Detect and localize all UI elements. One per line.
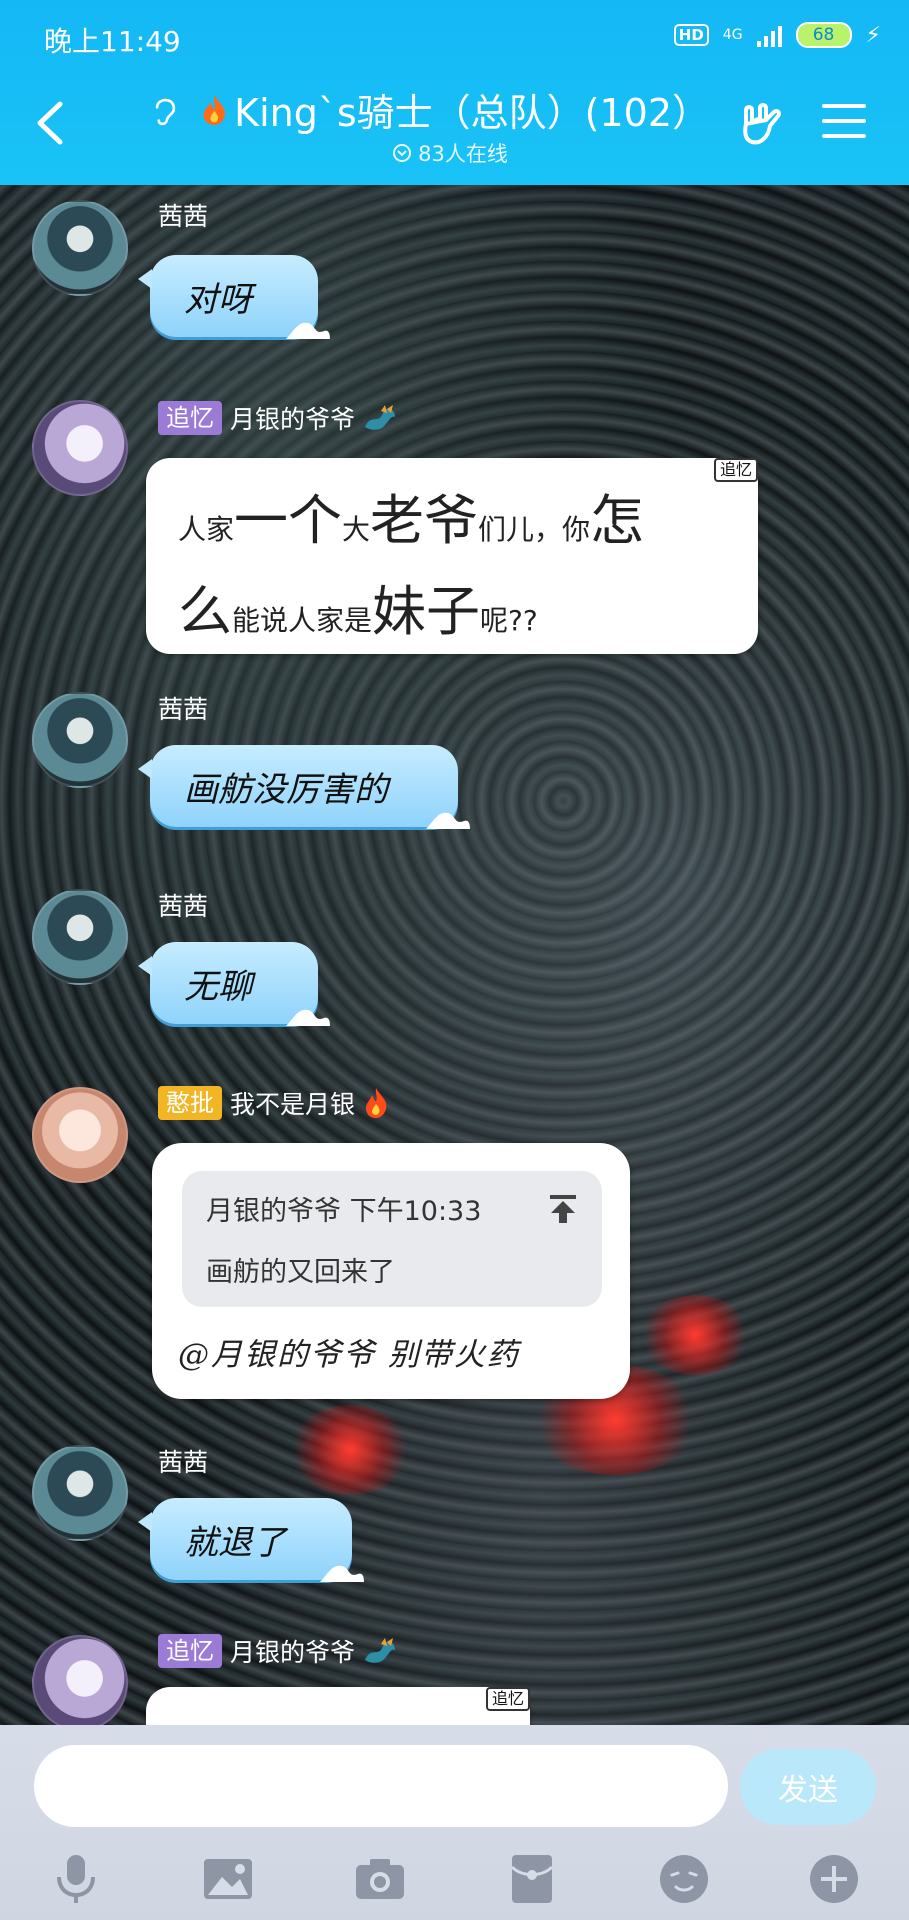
wave-icon bbox=[320, 1565, 364, 1582]
avatar[interactable] bbox=[32, 889, 128, 985]
sender-name: 茜茜 bbox=[158, 1448, 209, 1477]
background-glow bbox=[640, 1295, 750, 1375]
text-segment: 怎 bbox=[590, 489, 645, 552]
online-check-icon bbox=[393, 144, 412, 162]
sender-name: 茜茜 bbox=[158, 202, 209, 231]
image-icon[interactable] bbox=[200, 1851, 256, 1907]
text-segment: 么 bbox=[178, 580, 232, 643]
member-tag: 追忆 bbox=[158, 401, 222, 435]
text-segment: 呢?? bbox=[480, 604, 538, 637]
group-name: King`s骑士（总队）(102） bbox=[234, 91, 710, 135]
message-text: 对呀 bbox=[184, 279, 252, 320]
text-segment: 人家 bbox=[178, 513, 235, 546]
camera-icon[interactable] bbox=[352, 1851, 408, 1907]
message-bubble[interactable]: 追忆 bbox=[146, 1687, 530, 1725]
text-segment: 老爷 bbox=[370, 489, 479, 552]
sender-line: 憨批 我不是月银 bbox=[158, 1085, 389, 1121]
message-text: 就退了 bbox=[184, 1522, 286, 1563]
message-text: @月银的爷爷 别带火药 bbox=[178, 1337, 520, 1373]
hd-badge: HD bbox=[673, 24, 709, 46]
menu-icon[interactable] bbox=[822, 104, 866, 144]
text-segment: 们儿，你 bbox=[478, 513, 591, 546]
sender-name: 茜茜 bbox=[158, 695, 209, 724]
message-bubble[interactable]: 追忆 人家一个大老爷们儿，你怎么能说人家是妹子呢?? bbox=[146, 458, 758, 654]
charging-icon: ⚡ bbox=[865, 22, 881, 48]
dragon-icon bbox=[365, 1638, 396, 1663]
emoji-icon[interactable] bbox=[656, 1851, 712, 1907]
red-packet-icon[interactable] bbox=[504, 1851, 560, 1907]
avatar[interactable] bbox=[32, 692, 128, 788]
message-bubble[interactable]: 对呀 bbox=[138, 255, 330, 339]
message-text: 无聊 bbox=[184, 966, 252, 1007]
sender-name: 我不是月银 bbox=[230, 1090, 356, 1119]
ear-icon[interactable] bbox=[150, 91, 180, 129]
flame-icon bbox=[366, 1088, 387, 1118]
sender-line: 茜茜 bbox=[158, 690, 208, 726]
member-tag: 追忆 bbox=[158, 1634, 222, 1668]
text-segment: 能说人家是 bbox=[232, 604, 373, 637]
message-text: 人家一个大老爷们儿，你怎么能说人家是妹子呢?? bbox=[146, 458, 758, 680]
jump-to-top-icon[interactable] bbox=[548, 1193, 578, 1225]
online-count[interactable]: 83人在线 bbox=[300, 138, 600, 168]
sender-line: 茜茜 bbox=[158, 887, 208, 923]
sender-line: 追忆 月银的爷爷 bbox=[158, 400, 397, 436]
header-bar: 晚上11:49 HD 4G 68 ⚡ King`s骑士（总队）(102） 83人… bbox=[0, 0, 909, 185]
avatar[interactable] bbox=[32, 200, 128, 296]
chat-title[interactable]: King`s骑士（总队）(102） bbox=[150, 82, 710, 137]
input-bar: 发送 bbox=[0, 1725, 909, 1920]
sender-name: 茜茜 bbox=[158, 892, 209, 921]
wave-icon bbox=[286, 1009, 330, 1026]
message-text: 画舫没厉害的 bbox=[184, 769, 388, 810]
message-bubble[interactable]: 画舫没厉害的 bbox=[138, 745, 470, 829]
background-glow bbox=[290, 1405, 410, 1495]
wave-icon bbox=[286, 322, 330, 339]
bubble-badge: 追忆 bbox=[485, 1687, 530, 1711]
sender-name: 月银的爷爷 bbox=[230, 1638, 356, 1667]
status-indicators: HD 4G 68 ⚡ bbox=[673, 22, 881, 48]
message-bubble[interactable]: 月银的爷爷 下午10:33 画舫的又回来了 @月银的爷爷 别带火药 bbox=[152, 1143, 630, 1399]
back-icon[interactable] bbox=[30, 98, 70, 148]
message-input[interactable] bbox=[34, 1745, 728, 1827]
quoted-message[interactable]: 月银的爷爷 下午10:33 画舫的又回来了 bbox=[182, 1171, 602, 1307]
text-segment: 妹子 bbox=[372, 580, 481, 643]
fire-icon bbox=[203, 94, 225, 125]
plus-icon[interactable] bbox=[806, 1851, 862, 1907]
avatar[interactable] bbox=[32, 400, 128, 496]
sender-line: 茜茜 bbox=[158, 1443, 208, 1479]
sender-line: 茜茜 bbox=[158, 197, 208, 233]
battery-icon: 68 bbox=[795, 22, 852, 48]
dragon-icon bbox=[365, 405, 396, 430]
message-bubble[interactable]: 就退了 bbox=[138, 1498, 364, 1582]
hand-gesture-icon[interactable] bbox=[738, 100, 786, 150]
quote-body: 画舫的又回来了 bbox=[206, 1257, 395, 1288]
send-button[interactable]: 发送 bbox=[740, 1749, 876, 1825]
chat-area[interactable]: 茜茜 对呀 追忆 月银的爷爷 追忆 人家一个大老爷们儿，你怎么能说人家是妹子呢?… bbox=[0, 185, 909, 1725]
quote-header: 月银的爷爷 下午10:33 bbox=[206, 1196, 482, 1227]
avatar[interactable] bbox=[32, 1087, 128, 1183]
online-count-text: 83人在线 bbox=[418, 142, 508, 166]
input-toolbar bbox=[0, 1851, 909, 1911]
member-tag: 憨批 bbox=[158, 1086, 222, 1120]
sender-line: 追忆 月银的爷爷 bbox=[158, 1633, 397, 1669]
signal-icon bbox=[756, 23, 782, 47]
status-time: 晚上11:49 bbox=[44, 25, 181, 58]
bubble-badge: 追忆 bbox=[713, 458, 758, 482]
message-bubble[interactable]: 无聊 bbox=[138, 942, 330, 1026]
text-segment: 大 bbox=[342, 513, 371, 546]
sender-name: 月银的爷爷 bbox=[230, 405, 356, 434]
text-segment: 一个 bbox=[234, 489, 343, 552]
network-type: 4G bbox=[722, 27, 743, 43]
microphone-icon[interactable] bbox=[48, 1851, 104, 1907]
wave-icon bbox=[426, 812, 470, 829]
avatar[interactable] bbox=[32, 1635, 128, 1725]
avatar[interactable] bbox=[32, 1445, 128, 1541]
